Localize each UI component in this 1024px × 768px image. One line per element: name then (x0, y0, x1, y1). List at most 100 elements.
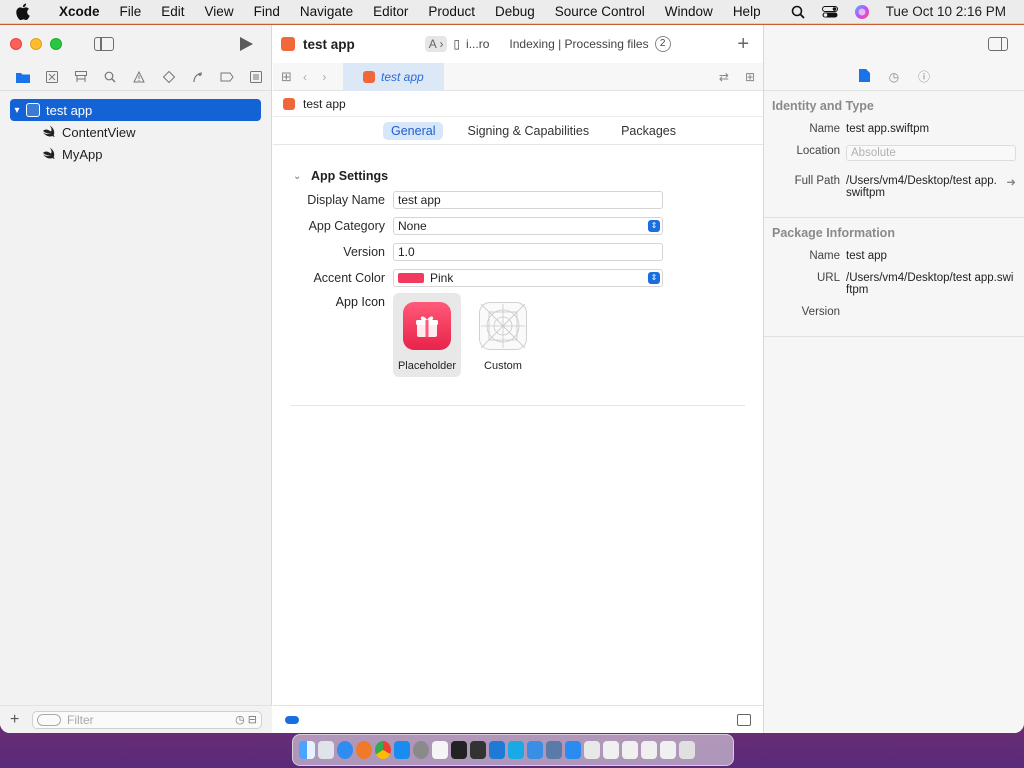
tree-row-contentview[interactable]: ContentView (10, 121, 261, 143)
menu-navigate[interactable]: Navigate (290, 0, 363, 24)
firefox-icon[interactable] (356, 741, 372, 759)
menu-product[interactable]: Product (418, 0, 485, 24)
menu-editor[interactable]: Editor (363, 0, 418, 24)
trash-icon[interactable] (679, 741, 695, 759)
app-settings-header[interactable]: ⌄ App Settings (291, 165, 745, 187)
icon-option-custom[interactable]: Custom (469, 293, 537, 377)
test-navigator-icon[interactable] (154, 67, 183, 87)
activity-count-badge[interactable]: 2 (654, 36, 671, 52)
debug-navigator-icon[interactable] (183, 67, 212, 87)
toggle-navigator-icon[interactable] (94, 37, 114, 51)
run-button[interactable] (240, 37, 253, 51)
menu-debug[interactable]: Debug (485, 0, 545, 24)
minimize-window-button[interactable] (30, 38, 42, 50)
related-items-icon[interactable]: ⊞ (281, 69, 303, 85)
tab-packages[interactable]: Packages (613, 122, 684, 140)
icon-option-label: Placeholder (397, 360, 457, 372)
menu-clock[interactable]: Tue Oct 10 2:16 PM (878, 4, 1024, 19)
zoom-window-button[interactable] (50, 38, 62, 50)
app-store-icon[interactable] (394, 741, 410, 759)
identity-and-type-section: Identity and Type Name test app.swiftpm … (764, 91, 1024, 218)
vscode-icon[interactable] (489, 741, 505, 759)
source-control-navigator-icon[interactable] (37, 67, 66, 87)
preview-icon[interactable] (584, 741, 600, 759)
menu-find[interactable]: Find (244, 0, 290, 24)
scheme-label[interactable]: i...ro (466, 37, 489, 51)
back-forward-icon[interactable]: ‹ › (303, 70, 343, 84)
file-inspector-icon[interactable] (856, 68, 872, 85)
add-library-button[interactable]: + (737, 33, 749, 56)
editor-tab[interactable]: test app (343, 62, 444, 91)
identity-name-value[interactable]: test app.swiftpm (846, 123, 1016, 135)
simulator-icon[interactable] (546, 741, 562, 759)
filter-toggle-icon[interactable] (285, 715, 299, 724)
activity-status: Indexing | Processing files (509, 37, 649, 51)
window-thumb-icon[interactable] (603, 741, 619, 759)
tab-general[interactable]: General (383, 121, 444, 140)
report-navigator-icon[interactable] (242, 67, 271, 87)
app-category-select[interactable]: None ⇕ (393, 217, 663, 235)
chrome-icon[interactable] (375, 741, 391, 759)
reveal-in-finder-icon[interactable]: ➜ (1006, 175, 1016, 199)
launchpad-icon[interactable] (318, 741, 334, 759)
swap-icon[interactable]: ⇄ (719, 70, 729, 84)
safari-icon[interactable] (337, 741, 353, 759)
window-thumb-icon[interactable] (641, 741, 657, 759)
history-inspector-icon[interactable]: ◷ (886, 69, 902, 85)
display-name-label: Display Name (307, 193, 385, 207)
breakpoint-navigator-icon[interactable] (213, 67, 242, 87)
window-thumb-icon[interactable] (622, 741, 638, 759)
control-center-icon[interactable] (814, 0, 846, 24)
spotlight-search-icon[interactable] (782, 0, 814, 24)
close-window-button[interactable] (10, 38, 22, 50)
menu-help[interactable]: Help (723, 0, 771, 24)
skype-icon[interactable] (508, 741, 524, 759)
split-editor-icon[interactable]: ⊞ (745, 70, 755, 84)
gift-icon (403, 302, 451, 350)
issue-navigator-icon[interactable] (125, 67, 154, 87)
accent-color-value: Pink (430, 271, 454, 285)
activity-view[interactable]: A › ▯ i...ro Indexing | Processing files… (424, 36, 671, 52)
menu-source-control[interactable]: Source Control (545, 0, 655, 24)
find-navigator-icon[interactable] (96, 67, 125, 87)
toggle-inspector-icon[interactable] (988, 37, 1008, 51)
symbol-navigator-icon[interactable] (66, 67, 95, 87)
menu-view[interactable]: View (195, 0, 244, 24)
filter-options-icon[interactable] (37, 713, 61, 726)
tab-signing-capabilities[interactable]: Signing & Capabilities (459, 122, 597, 140)
chevron-down-icon[interactable]: ⌄ (291, 171, 311, 182)
textedit-icon[interactable] (432, 741, 448, 759)
tree-row-myapp[interactable]: MyApp (10, 143, 261, 165)
recent-files-icon[interactable]: ◷ ⊟ (235, 713, 257, 726)
window-thumb-icon[interactable] (660, 741, 676, 759)
identity-fullpath-row: Full Path /Users/vm4/Desktop/test app.sw… (772, 175, 1016, 199)
tree-row-project[interactable]: ▾ test app (10, 99, 261, 121)
menu-edit[interactable]: Edit (151, 0, 194, 24)
display-name-field[interactable]: test app (393, 191, 663, 209)
quick-help-icon[interactable]: ⓘ (916, 69, 932, 85)
folder-navigator-icon[interactable] (8, 67, 37, 87)
disclosure-chevron-icon[interactable]: ▾ (10, 105, 24, 116)
instruments-icon[interactable] (470, 741, 486, 759)
debug-area-toggle-icon[interactable] (737, 713, 751, 726)
xcode-icon[interactable] (527, 741, 543, 759)
version-field[interactable]: 1.0 (393, 243, 663, 261)
breadcrumb-label[interactable]: test app (303, 97, 346, 111)
app-icon-grid-icon (479, 302, 527, 350)
menu-file[interactable]: File (110, 0, 152, 24)
location-select[interactable]: Absolute (846, 145, 1016, 161)
system-settings-icon[interactable] (413, 741, 429, 759)
finder-icon[interactable] (299, 741, 315, 759)
navigator-filter-field[interactable]: Filter ◷ ⊟ (32, 710, 262, 729)
xcode-dock-icon[interactable] (565, 741, 581, 759)
accent-color-select[interactable]: Pink ⇕ (393, 269, 663, 287)
icon-option-placeholder[interactable]: Placeholder (393, 293, 461, 377)
menu-window[interactable]: Window (655, 0, 723, 24)
accent-color-label: Accent Color (313, 271, 385, 285)
apple-menu-icon[interactable] (15, 3, 37, 20)
terminal-icon[interactable] (451, 741, 467, 759)
siri-icon[interactable] (846, 0, 878, 24)
menu-app-name[interactable]: Xcode (49, 0, 110, 24)
scheme-icon[interactable]: A › (424, 36, 448, 52)
add-file-button[interactable]: + (10, 711, 24, 729)
